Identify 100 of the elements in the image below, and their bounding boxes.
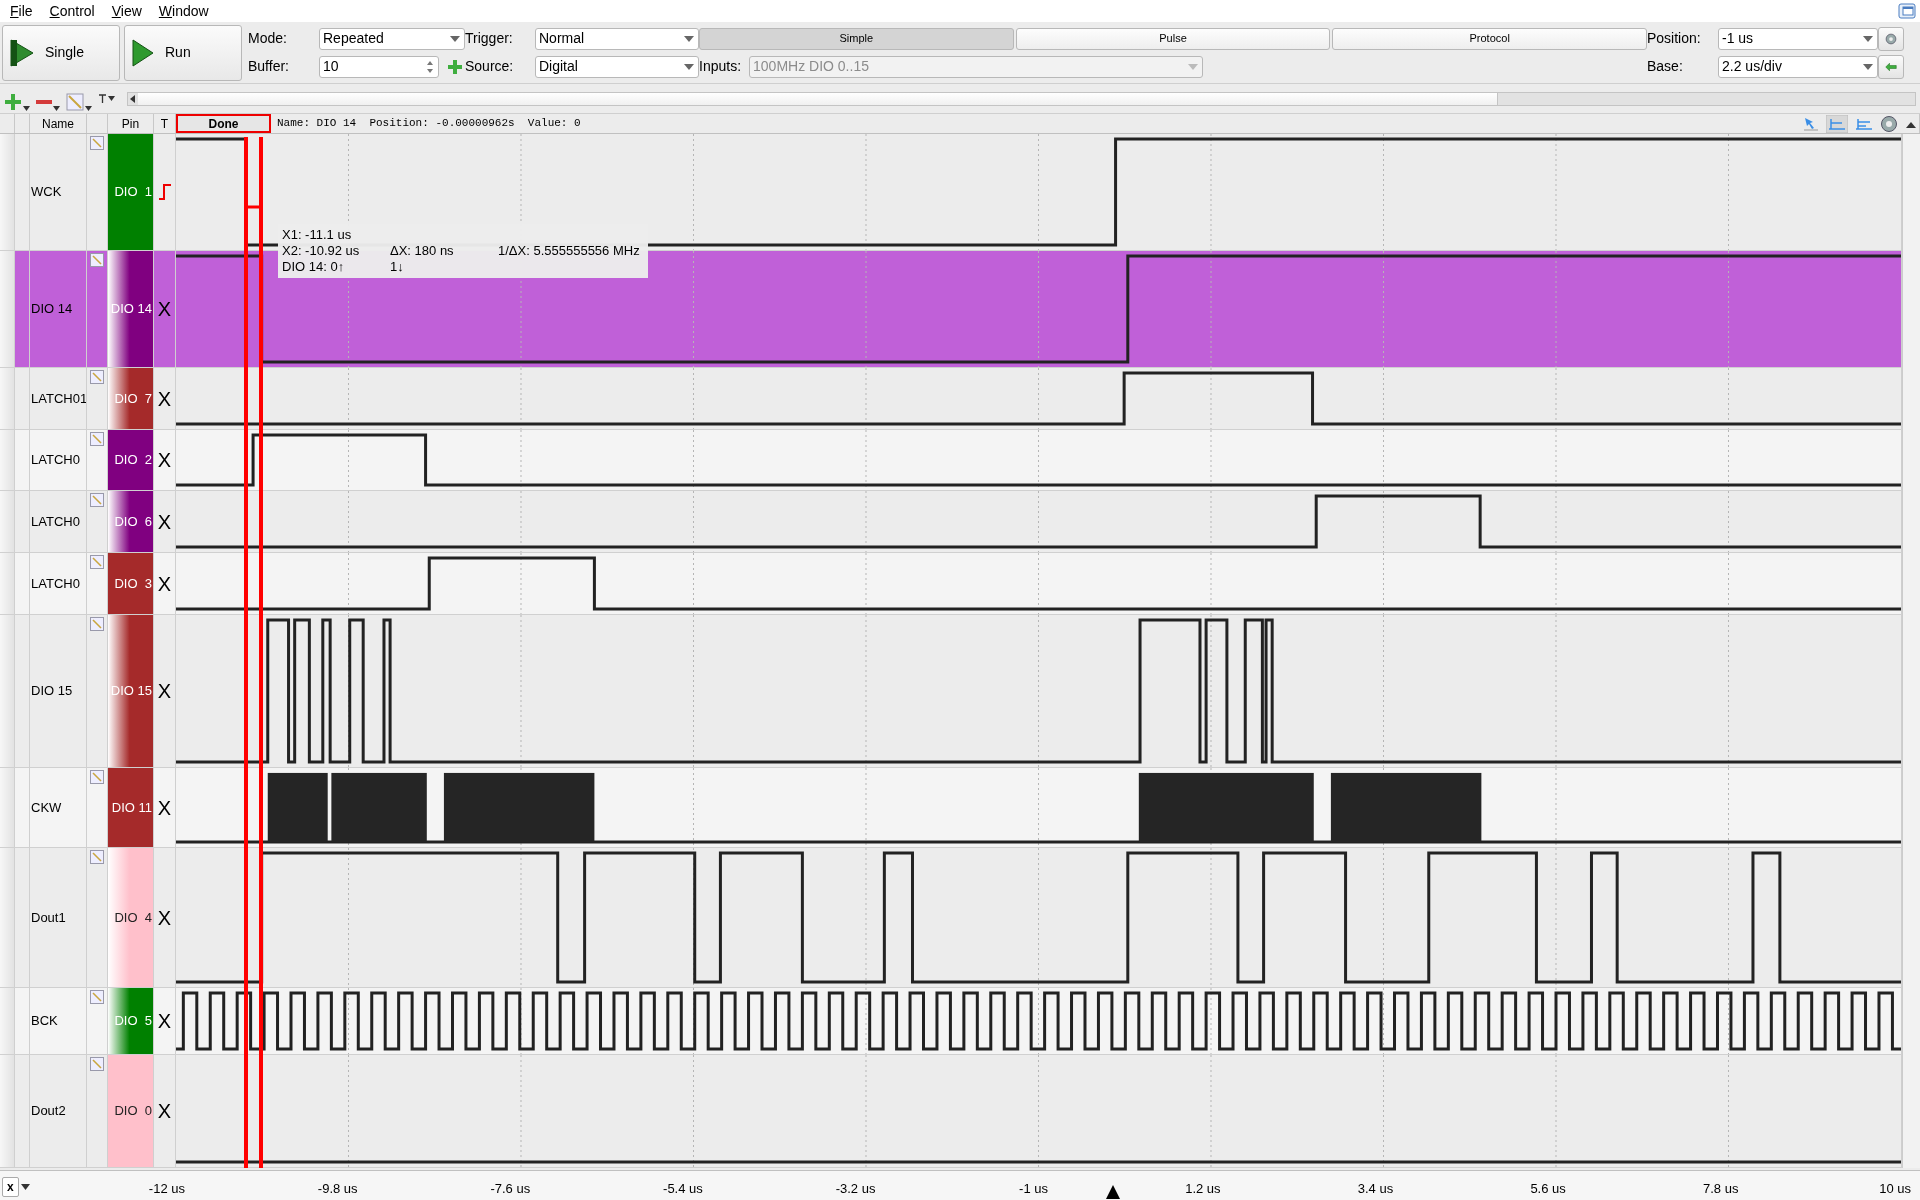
cursor-info: Name: DIO 14 Position: -0.00000962s Value: 0 [276, 116, 581, 132]
signal-name: WCK [30, 134, 87, 250]
row-header[interactable] [0, 1055, 15, 1167]
window-icon[interactable] [1898, 3, 1916, 19]
trigger-mark: X [157, 1101, 172, 1121]
mode-tab[interactable]: Protocol [1332, 27, 1647, 50]
mode-tab[interactable]: Simple [699, 27, 1014, 50]
row-header[interactable] [0, 615, 15, 767]
menu-item[interactable]: Control [41, 2, 104, 20]
signal-name: Dout2 [30, 1055, 87, 1167]
pointer-icon[interactable] [1802, 115, 1820, 132]
plus-icon [4, 92, 22, 111]
minus-icon [36, 99, 52, 104]
trigger-mark: X [157, 573, 172, 594]
edit-icon[interactable] [90, 617, 104, 631]
edit-icon[interactable] [90, 850, 104, 864]
caret-icon [23, 105, 30, 111]
axis-unit-dropdown[interactable]: x [2, 1176, 19, 1197]
caret-icon [85, 105, 92, 111]
signal-name: LATCH0 [30, 430, 87, 490]
pin-label: DIO 2 [108, 430, 154, 490]
signal-name: LATCH0 [30, 553, 87, 614]
edit-icon[interactable] [90, 990, 104, 1004]
signal-name: CKW [30, 768, 87, 847]
caret-icon [108, 96, 115, 101]
signal-row[interactable]: Dout2 DIO 0 X [0, 1055, 1902, 1168]
readout-value: X1: -11.1 us [282, 227, 353, 243]
menu-item[interactable]: Window [150, 2, 218, 20]
status-label: Done [176, 114, 271, 133]
apply-button[interactable] [1878, 54, 1904, 79]
single-run-icon [9, 37, 35, 68]
signal-row[interactable]: LATCH0 DIO 2 X [0, 430, 1902, 491]
axis-tick-label: 10 us [1879, 1180, 1911, 1198]
menu-item[interactable]: View [103, 2, 151, 20]
signal-row[interactable]: Dout1 DIO 4 X [0, 848, 1902, 988]
row-header[interactable] [0, 251, 15, 367]
edit-icon [66, 92, 84, 111]
axis-tick-label: 1.2 us [1185, 1180, 1221, 1198]
axis-tick-label: -3.2 us [835, 1180, 876, 1198]
axis-tick-label: 3.4 us [1357, 1180, 1394, 1198]
signal-name: LATCH01 [30, 368, 87, 429]
arrow-left-icon [1885, 60, 1897, 73]
base-dropdown[interactable]: 2.2 us/div [1718, 55, 1878, 78]
field-label: Inputs: [699, 57, 742, 76]
row-header[interactable] [0, 134, 15, 250]
settings-button[interactable] [1878, 26, 1904, 51]
vertical-scrollbar[interactable] [1902, 134, 1920, 1168]
row-header[interactable] [0, 848, 15, 987]
trigger-mark: X [157, 907, 172, 928]
signal-row[interactable]: CKW DIO 11 X [0, 768, 1902, 848]
horizontal-scrollbar[interactable] [127, 91, 1916, 106]
source-dropdown[interactable]: Digital [535, 55, 699, 78]
mode-dropdown[interactable]: Repeated [319, 27, 465, 50]
signal-row[interactable]: LATCH0 DIO 3 X [0, 553, 1902, 615]
pin-label: DIO 1 [108, 134, 154, 250]
readout-value: DIO 14: 0↑ [282, 259, 346, 275]
buffer-spinbox[interactable]: 10 [319, 55, 439, 78]
column-header[interactable]: Name [30, 114, 87, 133]
axis-tick-label: -12 us [148, 1180, 185, 1198]
row-header[interactable] [0, 368, 15, 429]
edit-icon[interactable] [90, 1057, 104, 1071]
signal-name: DIO 14 [30, 251, 87, 367]
menu-item[interactable]: File [2, 2, 42, 20]
trigger-dropdown[interactable]: Normal [535, 27, 699, 50]
scroll-up-icon[interactable] [1905, 120, 1917, 130]
pin-label: DIO 3 [108, 553, 154, 614]
axis-tick-label: -1 us [1019, 1180, 1048, 1198]
trigger-mark: X [157, 299, 172, 319]
align-icon[interactable] [1826, 114, 1848, 133]
trigger-mark: X [157, 681, 172, 701]
field-label: Position: [1647, 29, 1702, 48]
single-button[interactable]: Single [2, 24, 120, 81]
axis-tick-label: -7.6 us [490, 1180, 531, 1198]
field-label: Base: [1647, 57, 1684, 76]
column-header[interactable]: Pin [108, 114, 154, 133]
edit-icon[interactable] [90, 136, 104, 150]
readout-value: 1↓ [390, 259, 405, 275]
edit-icon[interactable] [90, 770, 104, 784]
settings-icon[interactable] [1880, 114, 1898, 133]
position-dropdown[interactable]: -1 us [1718, 27, 1878, 50]
run-button[interactable]: Run [124, 24, 242, 81]
edit-icon[interactable] [90, 253, 104, 267]
axis-tick-label: -9.8 us [317, 1180, 358, 1198]
signal-name: Dout1 [30, 848, 87, 987]
signal-name: BCK [30, 988, 87, 1054]
cursor-connector [248, 205, 259, 209]
axis-tick-label: -5.4 us [663, 1180, 703, 1198]
mode-tab[interactable]: Pulse [1015, 27, 1331, 50]
add-icon[interactable] [447, 58, 463, 75]
t-icon [98, 94, 107, 103]
field-label: Mode: [248, 29, 288, 48]
edit-icon[interactable] [90, 432, 104, 446]
edit-icon[interactable] [90, 555, 104, 569]
pin-label: DIO 4 [108, 848, 154, 987]
row-header[interactable] [0, 491, 15, 552]
trigger-mark: X [157, 511, 172, 532]
edit-icon[interactable] [90, 493, 104, 507]
field-label: Source: [465, 57, 515, 76]
edit-icon[interactable] [90, 370, 104, 384]
axis-tick-label: 5.6 us [1530, 1180, 1566, 1198]
